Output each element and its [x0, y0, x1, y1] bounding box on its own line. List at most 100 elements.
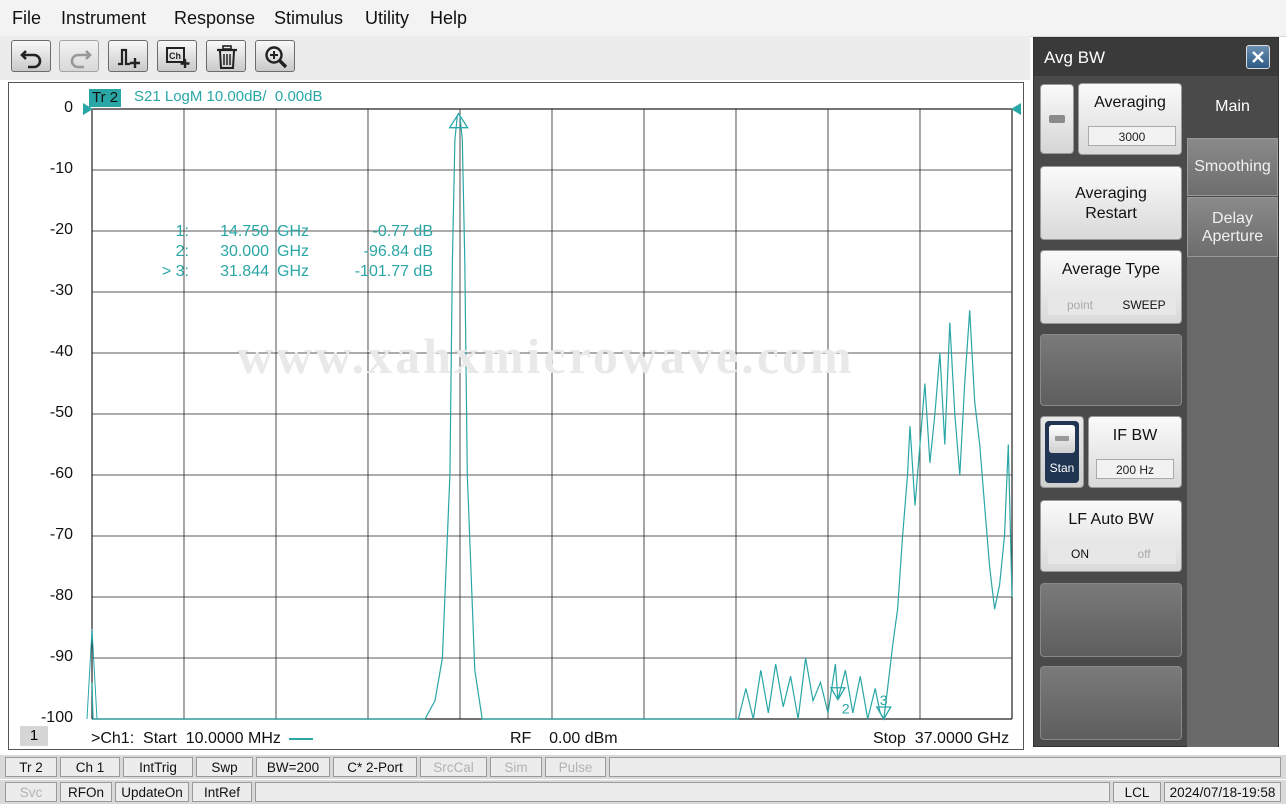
y-tick-label: -60: [49, 465, 73, 482]
y-tick-label: -80: [49, 587, 73, 604]
if-bw-button[interactable]: IF BW 200 Hz: [1088, 416, 1182, 488]
averaging-restart-button[interactable]: Averaging Restart: [1040, 166, 1182, 240]
status-srccal[interactable]: SrcCal: [420, 757, 487, 777]
status-rf-on[interactable]: RFOn: [60, 782, 112, 802]
redo-button[interactable]: [59, 40, 99, 72]
lf-auto-on[interactable]: ON: [1048, 544, 1112, 564]
menu-stimulus[interactable]: Stimulus: [274, 8, 343, 29]
marker-3-unit: GHz: [277, 263, 309, 280]
averaging-value[interactable]: 3000: [1088, 126, 1176, 146]
marker-2-value: -96.84 dB: [363, 243, 433, 260]
trace-legend-line: [289, 738, 313, 740]
trace-header[interactable]: S21 LogM 10.00dB/ 0.00dB: [134, 88, 322, 105]
marker-1-unit: GHz: [277, 223, 309, 240]
average-type-button[interactable]: Average Type point SWEEP: [1040, 250, 1182, 324]
averaging-restart-label: Averaging Restart: [1075, 185, 1147, 222]
marker-2-label: 2: [842, 701, 850, 717]
menu-file[interactable]: File: [12, 8, 41, 29]
tab-main[interactable]: Main: [1187, 78, 1278, 138]
status-bar-top: Tr 2 Ch 1 IntTrig Swp BW=200 C* 2-Port S…: [0, 755, 1286, 779]
menu-help[interactable]: Help: [430, 8, 467, 29]
marker-2-unit: GHz: [277, 243, 309, 260]
stop-frequency[interactable]: Stop 37.0000 GHz: [873, 730, 1009, 748]
menu-response[interactable]: Response: [174, 8, 255, 29]
average-type-label: Average Type: [1061, 261, 1161, 278]
status-bar-bottom: Svc RFOn UpdateOn IntRef LCL 2024/07/18-…: [0, 780, 1286, 804]
trace-chart[interactable]: 23: [9, 83, 1023, 749]
undo-icon: [20, 50, 42, 69]
channel-badge[interactable]: 1: [20, 726, 48, 746]
trace-tag[interactable]: Tr 2: [89, 89, 122, 107]
rf-power[interactable]: RF 0.00 dBm: [510, 730, 618, 748]
status-datetime: 2024/07/18-19:58: [1164, 782, 1281, 802]
softkey-panel: Avg BW Main Smoothing Delay Aperture Ave…: [1033, 37, 1279, 747]
menu-utility[interactable]: Utility: [365, 8, 409, 29]
y-tick-label: -90: [49, 648, 73, 665]
marker-1-id: 1:: [175, 223, 189, 240]
averaging-button[interactable]: Averaging 3000: [1078, 83, 1182, 155]
watermark: www.xahxmicrowave.com: [237, 328, 855, 384]
marker-1-value: -0.77 dB: [372, 223, 433, 240]
marker-2-id: 2:: [175, 243, 189, 260]
zoom-button[interactable]: [255, 40, 295, 72]
averaging-label: Averaging: [1094, 94, 1166, 111]
status-pulse[interactable]: Pulse: [545, 757, 606, 777]
lf-auto-bw-label: LF Auto BW: [1068, 511, 1154, 528]
add-trace-button[interactable]: Ch: [157, 40, 197, 72]
status-trace[interactable]: Tr 2: [5, 757, 57, 777]
menu-instrument[interactable]: Instrument: [61, 8, 146, 29]
svg-text:Ch: Ch: [169, 51, 181, 61]
add-marker-icon: [118, 48, 140, 68]
status-lcl[interactable]: LCL: [1113, 782, 1161, 802]
status-channel[interactable]: Ch 1: [60, 757, 120, 777]
marker-1-freq: 14.750: [220, 223, 269, 240]
start-frequency[interactable]: >Ch1: Start 10.0000 MHz: [91, 730, 281, 748]
if-bw-mode-button[interactable]: Stan: [1040, 416, 1084, 488]
delete-button[interactable]: [206, 40, 246, 72]
status-calibration[interactable]: C* 2-Port: [333, 757, 417, 777]
stan-switch-icon: [1049, 425, 1075, 453]
tab-delay-aperture[interactable]: Delay Aperture: [1187, 197, 1278, 257]
y-tick-label: -10: [49, 160, 73, 177]
tab-smoothing[interactable]: Smoothing: [1187, 138, 1278, 196]
status-int-ref[interactable]: IntRef: [192, 782, 252, 802]
y-tick-label: -100: [40, 709, 73, 726]
y-tick-label: -50: [49, 404, 73, 421]
marker-1-symbol[interactable]: [448, 112, 469, 129]
marker-3-freq: 31.844: [220, 263, 269, 280]
panel-header: Avg BW: [1034, 38, 1278, 76]
status-sweep[interactable]: Swp: [196, 757, 253, 777]
add-trace-icon: Ch: [166, 47, 190, 68]
if-bw-value[interactable]: 200 Hz: [1096, 459, 1174, 479]
lf-auto-off[interactable]: off: [1112, 544, 1176, 564]
menu-bar: File Instrument Response Stimulus Utilit…: [0, 0, 1286, 37]
marker-3-value: -101.77 dB: [354, 263, 433, 280]
trash-icon: [217, 45, 237, 69]
status-sim[interactable]: Sim: [490, 757, 542, 777]
zoom-icon: [265, 46, 288, 69]
average-type-point[interactable]: point: [1048, 295, 1112, 315]
add-marker-button[interactable]: [108, 40, 148, 72]
close-icon: [1252, 51, 1264, 63]
status-trigger[interactable]: IntTrig: [123, 757, 193, 777]
y-tick-label: -20: [49, 221, 73, 238]
averaging-toggle[interactable]: [1040, 84, 1074, 154]
marker-2-freq: 30.000: [220, 243, 269, 260]
marker-3-id: > 3:: [161, 263, 189, 280]
undo-button[interactable]: [11, 40, 51, 72]
average-type-sweep[interactable]: SWEEP: [1112, 295, 1176, 315]
lf-auto-bw-button[interactable]: LF Auto BW ON off: [1040, 500, 1182, 572]
redo-icon: [70, 50, 92, 69]
empty-softkey-1: [1040, 334, 1182, 406]
empty-softkey-3: [1040, 666, 1182, 740]
status-bandwidth[interactable]: BW=200: [256, 757, 330, 777]
panel-close-button[interactable]: [1246, 45, 1270, 69]
trace-display[interactable]: 23 Tr 2 S21 LogM 10.00dB/ 0.00dB 0 -10 -20…: [8, 82, 1024, 750]
status-spacer-top: [609, 757, 1281, 777]
stan-indicator: Stan: [1045, 421, 1079, 483]
status-update-on[interactable]: UpdateOn: [115, 782, 189, 802]
tab-strip-fill: [1187, 257, 1278, 747]
panel-title: Avg BW: [1044, 48, 1106, 67]
status-svc[interactable]: Svc: [5, 782, 57, 802]
empty-softkey-2: [1040, 583, 1182, 657]
